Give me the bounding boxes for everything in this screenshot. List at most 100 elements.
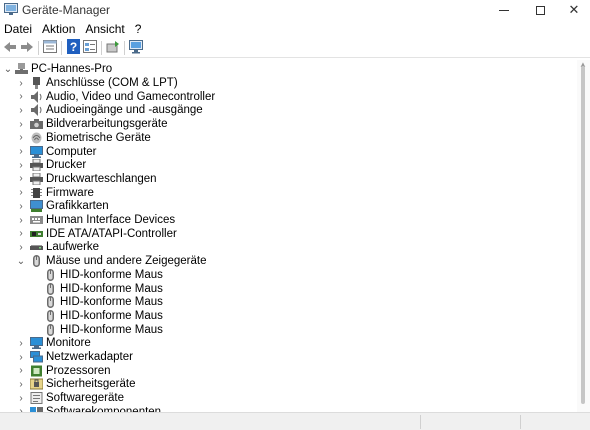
menu-aktion[interactable]: Aktion: [37, 20, 80, 38]
chevron-right-icon[interactable]: ›: [16, 391, 26, 405]
chevron-right-icon[interactable]: ›: [16, 172, 26, 186]
chevron-right-icon[interactable]: ›: [16, 145, 26, 159]
tree-item[interactable]: › Softwaregeräte: [0, 391, 577, 405]
tree-item[interactable]: › Bildverarbeitungsgeräte: [0, 117, 577, 131]
tree-item[interactable]: › Netzwerkadapter: [0, 350, 577, 364]
chevron-right-icon[interactable]: ›: [16, 76, 26, 90]
scrollbar-thumb[interactable]: [581, 66, 585, 404]
chevron-right-icon[interactable]: ›: [16, 131, 26, 145]
mouse-icon: [44, 309, 57, 322]
tree-item[interactable]: › Biometrische Geräte: [0, 131, 577, 145]
chevron-right-icon[interactable]: ›: [16, 405, 26, 412]
tree-item-label: Monitore: [46, 337, 91, 350]
vertical-scrollbar[interactable]: ▲: [577, 60, 590, 412]
tree-item-label: Netzwerkadapter: [46, 351, 133, 363]
forward-button[interactable]: [19, 40, 35, 56]
tree-child-item[interactable]: HID-konforme Maus: [0, 295, 577, 309]
tree-item-label: IDE ATA/ATAPI-Controller: [46, 227, 177, 240]
chevron-right-icon[interactable]: ›: [16, 350, 26, 364]
help-button[interactable]: ?: [65, 39, 81, 56]
processor-icon: [30, 365, 43, 377]
port-icon: [30, 77, 43, 89]
tree-item[interactable]: › Human Interface Devices: [0, 213, 577, 227]
chevron-right-icon[interactable]: ›: [16, 240, 26, 254]
chevron-right-icon[interactable]: ›: [16, 213, 26, 227]
tree-item-label: Audioeingänge und -ausgänge: [46, 104, 203, 117]
tree-item-label: Softwaregeräte: [46, 392, 124, 405]
tree-child-label: HID-konforme Maus: [60, 296, 163, 309]
mouse-icon: [44, 268, 57, 281]
chevron-down-icon[interactable]: ⌄: [16, 254, 26, 268]
mouse-icon: [44, 296, 57, 309]
tree-item[interactable]: › Sicherheitsgeräte: [0, 377, 577, 391]
tree-item-label: Softwarekomponenten: [46, 405, 162, 412]
close-icon: ✕: [568, 2, 580, 17]
tree-item-label: Human Interface Devices: [46, 214, 176, 226]
chevron-right-icon[interactable]: ›: [16, 158, 26, 172]
update-driver-button[interactable]: [105, 40, 121, 56]
tree-child-item[interactable]: HID-konforme Maus: [0, 282, 577, 296]
tree-item[interactable]: › Firmware: [0, 186, 577, 200]
camera-icon: [30, 118, 43, 130]
properties-icon: [43, 40, 57, 56]
tree-item-label: Druckwarteschlangen: [46, 172, 157, 185]
device-manager-icon: [4, 3, 18, 16]
close-button[interactable]: ✕: [556, 0, 590, 20]
tree-item-label: Audio, Video und Gamecontroller: [46, 90, 216, 103]
network-adapter-icon: [30, 351, 43, 363]
chevron-right-icon[interactable]: ›: [16, 377, 26, 391]
tree-item[interactable]: › Audioeingänge und -ausgänge: [0, 103, 577, 117]
chevron-right-icon[interactable]: ›: [16, 199, 26, 213]
tree-item[interactable]: › Computer: [0, 145, 577, 159]
chevron-right-icon[interactable]: ›: [16, 227, 26, 241]
chevron-right-icon[interactable]: ›: [16, 103, 26, 117]
menu-ansicht[interactable]: Ansicht: [80, 20, 129, 38]
tree-item[interactable]: › Grafikkarten: [0, 199, 577, 213]
scan-hardware-button[interactable]: [128, 39, 144, 56]
mouse-icon: [44, 323, 57, 336]
menu-help[interactable]: ?: [130, 20, 147, 38]
tree-item[interactable]: › Monitore: [0, 336, 577, 350]
tree-item[interactable]: › IDE ATA/ATAPI-Controller: [0, 227, 577, 241]
chevron-down-icon[interactable]: ⌄: [3, 62, 13, 76]
speaker-icon: [30, 104, 43, 117]
chevron-right-icon[interactable]: ›: [16, 336, 26, 350]
tree-child-item[interactable]: HID-konforme Maus: [0, 268, 577, 282]
chevron-right-icon[interactable]: ›: [16, 186, 26, 200]
tree-root[interactable]: ⌄ PC-Hannes-Pro: [0, 62, 577, 76]
tree-item[interactable]: ⌄ Mäuse und andere Zeigegeräte: [0, 254, 577, 268]
chevron-right-icon[interactable]: ›: [16, 364, 26, 378]
fingerprint-icon: [30, 132, 43, 144]
chevron-right-icon[interactable]: ›: [16, 90, 26, 104]
tree-item[interactable]: › Audio, Video und Gamecontroller: [0, 90, 577, 104]
tree-item-label: Anschlüsse (COM & LPT): [46, 77, 178, 89]
tree-item[interactable]: › Druckwarteschlangen: [0, 172, 577, 186]
minimize-button[interactable]: [486, 0, 522, 20]
maximize-icon: [535, 5, 545, 15]
display-adapter-icon: [30, 200, 43, 213]
back-button[interactable]: [2, 40, 18, 56]
menu-bar: Datei Aktion Ansicht ?: [0, 20, 590, 38]
tree-child-item[interactable]: HID-konforme Maus: [0, 323, 577, 337]
tree-item-label: Computer: [46, 145, 97, 158]
status-separator: [520, 415, 521, 429]
forward-arrow-icon: [20, 41, 34, 56]
tree-child-item[interactable]: HID-konforme Maus: [0, 309, 577, 323]
tree-item[interactable]: › Laufwerke: [0, 240, 577, 254]
printer-icon: [30, 158, 43, 172]
menu-datei[interactable]: Datei: [0, 20, 37, 38]
tree-item-label: Mäuse und andere Zeigegeräte: [46, 255, 207, 268]
tree-child-label: HID-konforme Maus: [60, 323, 163, 336]
chip-icon: [30, 187, 43, 199]
tree-item[interactable]: › Anschlüsse (COM & LPT): [0, 76, 577, 90]
monitor-icon: [30, 145, 43, 158]
details-button[interactable]: [82, 40, 98, 56]
properties-button[interactable]: [42, 40, 58, 56]
tree-item[interactable]: › Prozessoren: [0, 364, 577, 378]
device-tree[interactable]: ⌄ PC-Hannes-Pro › Anschlüsse (COM & LPT) ›…: [0, 60, 577, 412]
back-arrow-icon: [3, 41, 17, 56]
tree-item[interactable]: › Drucker: [0, 158, 577, 172]
tree-item[interactable]: › Softwarekomponenten: [0, 405, 577, 412]
maximize-button[interactable]: [522, 0, 558, 20]
chevron-right-icon[interactable]: ›: [16, 117, 26, 131]
